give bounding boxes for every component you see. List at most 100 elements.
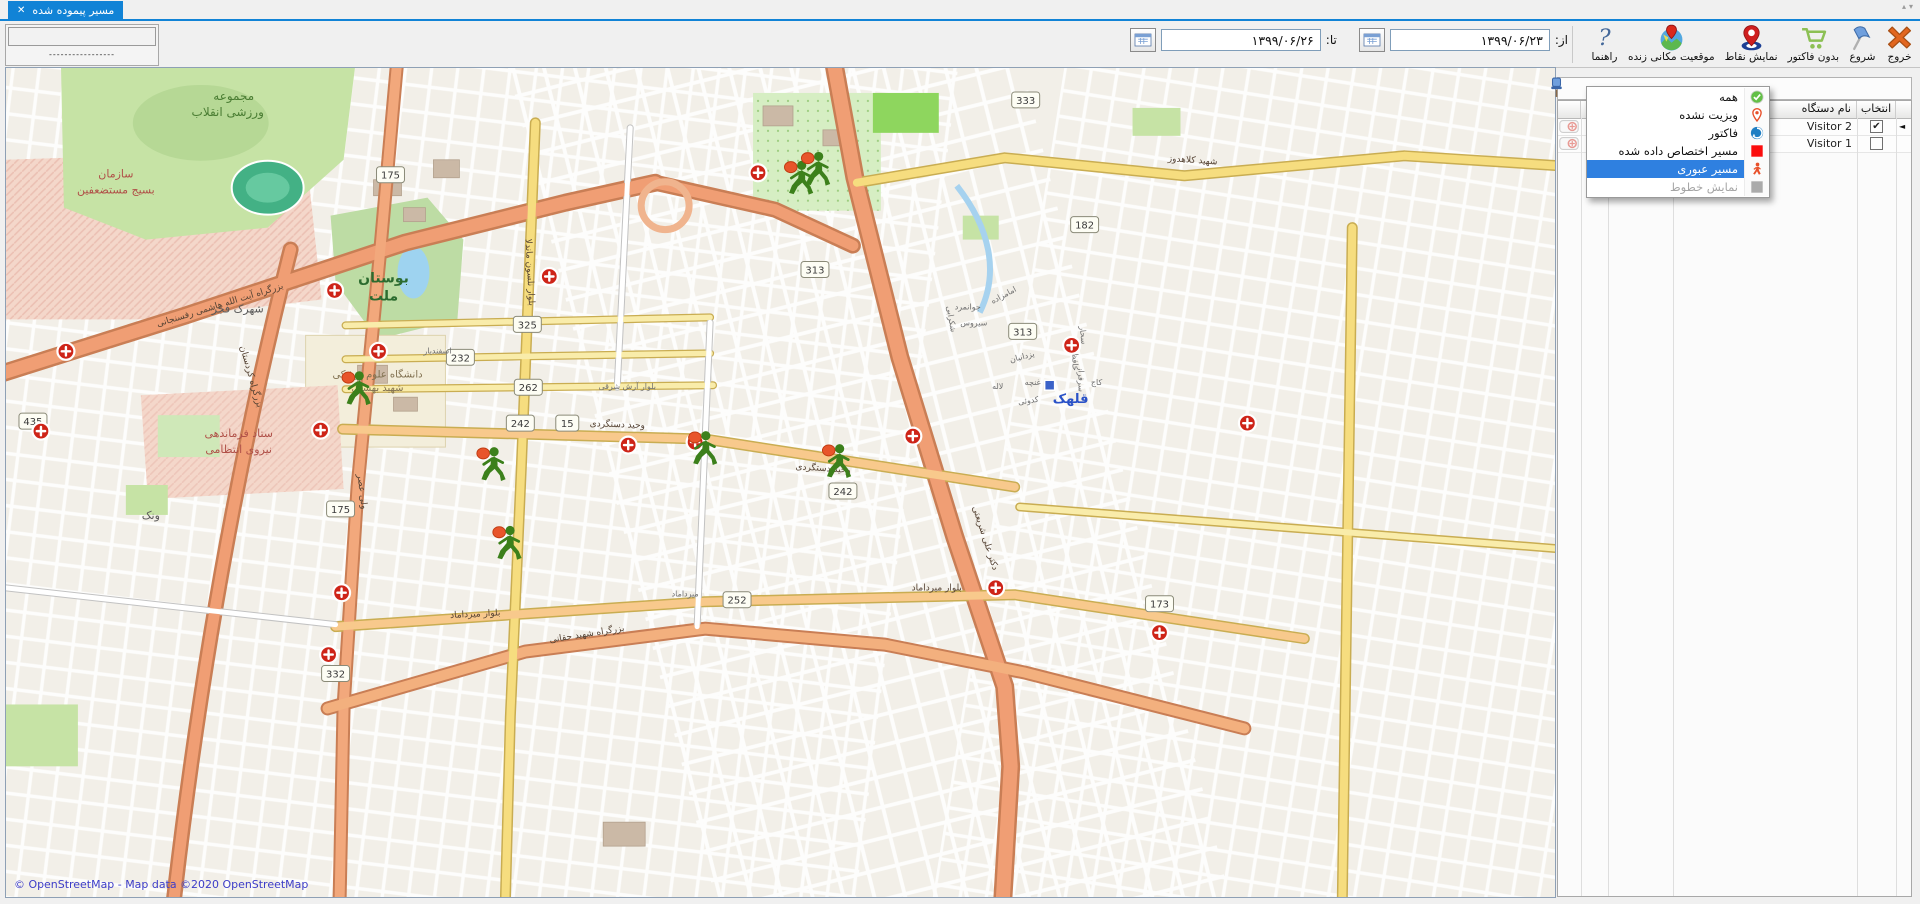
map-label: غنچه [1025,378,1041,387]
date-from-input[interactable]: ۱۳۹۹/۰۶/۲۳ [1390,29,1550,51]
pushpin-icon[interactable] [1549,77,1564,98]
map-label: ستاد فرماندهی [204,427,273,440]
map-label: جوانمرد [955,302,981,311]
not-visited-marker[interactable] [904,428,921,445]
tab-close-icon[interactable]: ✕ [17,5,25,16]
toolbar-button-exit[interactable]: خروج [1881,22,1918,65]
road-shield: 333 [1012,92,1040,108]
menu-item-all[interactable]: همه [1587,88,1769,106]
route-info-input[interactable] [8,27,156,46]
scroll-up-icon[interactable]: ▴ [1902,2,1909,11]
column-header-indicator [1896,101,1911,118]
road-shield: 182 [1071,217,1099,233]
blue-circle-icon [1744,124,1769,142]
road-shield: 313 [1009,323,1037,339]
svg-text:182: 182 [1075,221,1094,232]
calendar-from-button[interactable] [1359,28,1385,52]
row-marker-icon[interactable] [1559,120,1579,133]
map-attribution[interactable]: © OpenStreetMap - Map data ©2020 OpenStr… [14,878,308,891]
not-visited-marker[interactable] [541,268,558,285]
date-to-input[interactable]: ۱۳۹۹/۰۶/۲۶ [1161,29,1321,51]
svg-text:332: 332 [326,670,345,681]
svg-text:232: 232 [451,353,470,364]
not-visited-marker[interactable] [750,164,767,181]
map-label: سیروس [960,318,987,327]
metro-station-marker [1045,380,1055,390]
question-icon: ? [1591,24,1618,51]
device-select-checkbox[interactable] [1870,137,1883,150]
toolbar-button-start[interactable]: شروع [1844,22,1881,65]
toolbar-button-no-invoice[interactable]: بدون فاکتور [1783,22,1844,65]
red-square-icon [1744,142,1769,160]
not-visited-marker[interactable] [1063,337,1080,354]
app-window: { "window": { "tab_title": "مسیر پیموده … [0,0,1920,904]
not-visited-marker[interactable] [57,343,74,360]
svg-text:?: ? [1598,25,1611,51]
route-info-panel: ----------------- [5,24,159,66]
map-label: قلهک [1053,392,1089,407]
not-visited-marker[interactable] [312,422,329,439]
map-label: لاله [992,382,1003,391]
toolbar-button-show-points[interactable]: نمایش نقاط [1720,22,1783,65]
road-shield: 313 [801,262,829,278]
device-select-checkbox[interactable]: ✔ [1870,120,1883,133]
map-canvas[interactable]: 1751752322623252422421525233243531331318… [5,67,1556,898]
toolbar-button-label: شروع [1850,51,1876,63]
not-visited-marker[interactable] [333,584,350,601]
not-visited-marker[interactable] [326,282,343,299]
menu-item-label: نمایش خطوط [1587,178,1744,196]
exit-x-icon [1886,24,1913,51]
tab-bar: ✕ مسیر پیموده شده ▴▾ [0,0,1920,19]
menu-item-transit-route[interactable]: مسیر عبوری [1587,160,1769,178]
map-label: سازمان [98,168,133,181]
table-gridlines [1558,118,1911,896]
map-label: ونک [142,509,160,522]
person-icon [1744,160,1769,178]
calendar-to-button[interactable] [1130,28,1156,52]
not-visited-marker[interactable] [320,646,337,663]
menu-item-invoice[interactable]: فاکتور [1587,124,1769,142]
svg-text:313: 313 [1013,327,1032,338]
toolbar-buttons: خروج شروع بدون فاکتورنمایش نقاط موقعیت مکان… [1586,22,1918,67]
map-label: بسیج مستضعفین [77,184,155,197]
not-visited-marker[interactable] [370,343,387,360]
svg-text:242: 242 [511,419,530,430]
toolbar: ----------------- از: ۱۳۹۹/۰۶/۲۳ تا: ۱۳۹… [0,21,1920,67]
svg-text:242: 242 [833,487,852,498]
check-circle-icon [1744,88,1769,106]
toolbar-button-label: موقعیت مکانی زنده [1628,51,1715,63]
map-label: ورزشی انقلاب [192,105,264,120]
not-visited-marker[interactable] [1239,415,1256,432]
road-shield: 325 [513,316,541,332]
toolbar-button-help[interactable]: ?راهنما [1586,22,1623,65]
svg-text:333: 333 [1016,96,1035,107]
tab-traveled-route[interactable]: ✕ مسیر پیموده شده [8,1,123,19]
map-label: میرداماد [672,590,699,599]
flag-icon [1849,24,1876,51]
not-visited-marker[interactable] [620,437,637,454]
map-label: مجموعه [213,89,254,104]
svg-text:313: 313 [805,266,824,277]
menu-item-show-lines[interactable]: نمایش خطوط [1587,178,1769,196]
map-label: کاج [1091,378,1103,387]
menu-item-not-visited[interactable]: ویزیت نشده [1587,106,1769,124]
road-shield: 15 [556,415,579,431]
window-scroll-arrows: ▴▾ [1902,2,1916,11]
date-range-controls: از: ۱۳۹۹/۰۶/۲۳ تا: ۱۳۹۹/۰۶/۲۶ [1130,27,1568,53]
map-label: بلوار میرداماد [912,584,962,594]
row-marker-icon[interactable] [1559,137,1579,150]
date-to-value: ۱۳۹۹/۰۶/۲۶ [1252,33,1314,48]
globe-pin-icon [1658,24,1685,51]
road-shield: 173 [1146,596,1174,612]
not-visited-marker[interactable] [1151,624,1168,641]
map-label: بوستان [358,270,409,286]
date-from-label: از: [1555,33,1568,47]
menu-item-assigned-route[interactable]: مسیر اختصاص داده شده [1587,142,1769,160]
not-visited-marker[interactable] [32,423,49,440]
pin-icon [1738,24,1765,51]
column-header-select[interactable]: انتخاب [1857,101,1896,118]
road-shield: 175 [327,501,355,517]
toolbar-button-live-location[interactable]: موقعیت مکانی زنده [1623,22,1720,65]
not-visited-marker[interactable] [987,579,1004,596]
scroll-down-icon[interactable]: ▾ [1909,2,1916,11]
